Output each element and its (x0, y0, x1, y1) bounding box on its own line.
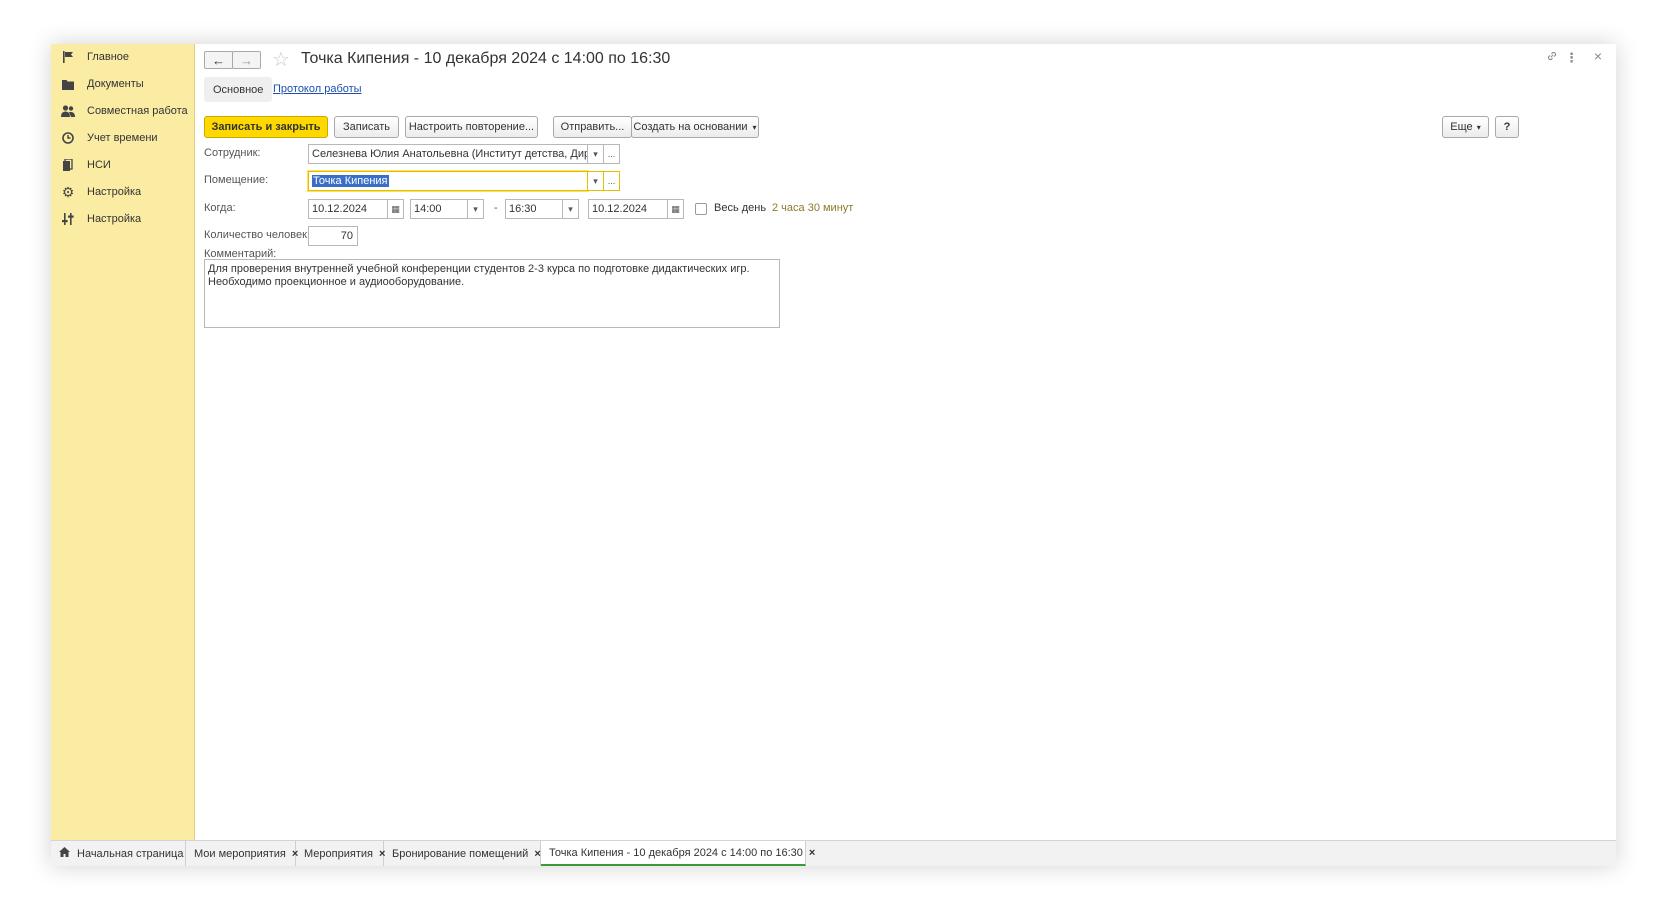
sidebar-item-documents[interactable]: Документы (51, 71, 195, 97)
arrow-right-icon: → (240, 52, 253, 68)
calendar-icon[interactable]: ▦ (667, 199, 684, 219)
more-label: Еще (1450, 121, 1473, 133)
sidebar-item-label: Учет времени (87, 132, 158, 144)
sidebar-item-time-tracking[interactable]: Учет времени (51, 125, 195, 151)
more-button[interactable]: Еще ▾ (1442, 116, 1489, 138)
room-select-button[interactable]: ... (603, 171, 620, 191)
save-and-close-button[interactable]: Записать и закрыть (204, 116, 328, 138)
employee-field[interactable]: Селезнева Юлия Анатольевна (Институт дет… (308, 144, 588, 164)
people-count-field[interactable]: 70 (308, 226, 358, 246)
comment-line: Для проверения внутренней учебной конфер… (208, 263, 750, 275)
arrow-left-icon: ← (212, 52, 225, 68)
when-label: Когда: (204, 202, 236, 214)
tab-my-events[interactable]: Мои мероприятия × (186, 841, 298, 866)
employee-label: Сотрудник: (204, 147, 261, 159)
time-to-field[interactable]: 16:30 (505, 199, 563, 219)
more-menu-icon[interactable]: ⋮ (1565, 50, 1578, 66)
help-button[interactable]: ? (1495, 116, 1519, 138)
tab-label: Мои мероприятия (194, 847, 286, 860)
clock-icon (61, 131, 75, 145)
duration-text: 2 часа 30 минут (772, 202, 854, 214)
app-window: Главное Документы Совместная работа Учет… (51, 44, 1616, 866)
room-value: Точка Кипения (312, 175, 389, 187)
bottom-tab-bar: Начальная страница Мои мероприятия × Мер… (51, 840, 1616, 866)
sliders-icon (61, 212, 75, 226)
tab-label: Мероприятия (304, 847, 373, 860)
sidebar-item-collaboration[interactable]: Совместная работа (51, 98, 195, 124)
sidebar-item-main[interactable]: Главное (51, 44, 195, 70)
create-based-on-button[interactable]: Создать на основании ▾ (631, 116, 759, 138)
time-from-dropdown-button[interactable]: ▾ (467, 199, 484, 219)
room-dropdown-button[interactable]: ▾ (587, 171, 604, 191)
tab-label: Начальная страница (77, 847, 184, 860)
calendar-icon[interactable]: ▦ (387, 199, 404, 219)
chevron-down-icon: ▾ (752, 122, 757, 132)
date-to-field[interactable]: 10.12.2024 (588, 199, 668, 219)
save-button[interactable]: Записать (334, 116, 399, 138)
time-to-dropdown-button[interactable]: ▾ (562, 199, 579, 219)
send-button[interactable]: Отправить... (553, 116, 632, 138)
forward-button[interactable]: → (232, 51, 261, 69)
chevron-down-icon: ▾ (1476, 122, 1481, 132)
employee-select-button[interactable]: ... (603, 144, 620, 164)
tab-current-event[interactable]: Точка Кипения - 10 декабря 2024 с 14:00 … (541, 841, 815, 866)
tab-work-log[interactable]: Протокол работы (273, 83, 362, 95)
home-icon (59, 847, 70, 860)
employee-dropdown-button[interactable]: ▾ (587, 144, 604, 164)
page-title: Точка Кипения - 10 декабря 2024 с 14:00 … (301, 50, 671, 67)
create-based-on-label: Создать на основании (633, 121, 748, 133)
date-from-field[interactable]: 10.12.2024 (308, 199, 388, 219)
room-field[interactable]: Точка Кипения (308, 171, 588, 191)
sidebar-item-label: Главное (87, 51, 130, 63)
comment-line: Необходимо проекционное и аудиооборудова… (208, 276, 465, 288)
books-icon (61, 158, 75, 172)
sidebar-item-settings-2[interactable]: Настройка (51, 206, 195, 232)
people-count-label: Количество человек: (204, 229, 310, 241)
sidebar: Главное Документы Совместная работа Учет… (51, 44, 195, 840)
sidebar-item-label: Настройка (87, 186, 142, 198)
folder-icon (61, 77, 75, 91)
tab-room-booking[interactable]: Бронирование помещений × (384, 841, 541, 866)
sidebar-item-label: Совместная работа (87, 105, 188, 117)
link-icon[interactable] (1546, 50, 1558, 65)
sidebar-item-nsi[interactable]: НСИ (51, 152, 195, 178)
all-day-label: Весь день (714, 202, 767, 214)
users-icon (61, 104, 75, 118)
all-day-checkbox[interactable] (695, 203, 707, 215)
tab-main[interactable]: Основное (204, 77, 273, 102)
back-button[interactable]: ← (204, 51, 233, 69)
comment-textarea[interactable]: Для проверения внутренней учебной конфер… (204, 259, 780, 328)
tab-events[interactable]: Мероприятия × (296, 841, 385, 866)
close-icon[interactable]: × (534, 848, 540, 860)
flag-icon (61, 50, 75, 64)
close-icon[interactable]: × (809, 847, 815, 859)
tab-home[interactable]: Начальная страница (51, 841, 186, 866)
room-label: Помещение: (204, 174, 269, 186)
favorite-star-icon[interactable]: ☆ (272, 48, 290, 72)
close-icon[interactable]: × (1594, 48, 1602, 64)
gear-icon: ⚙ (61, 183, 75, 200)
sidebar-item-label: Настройка (87, 213, 142, 225)
sidebar-item-label: НСИ (87, 159, 111, 171)
tab-label: Бронирование помещений (392, 847, 529, 860)
tab-label: Точка Кипения - 10 декабря 2024 с 14:00 … (549, 846, 803, 859)
time-separator: - (494, 202, 498, 214)
configure-repeat-button[interactable]: Настроить повторение... (405, 116, 538, 138)
main-content: ← → ☆ Точка Кипения - 10 декабря 2024 с … (195, 44, 1616, 840)
sidebar-item-label: Документы (87, 78, 144, 90)
time-from-field[interactable]: 14:00 (410, 199, 468, 219)
sidebar-item-settings[interactable]: ⚙ Настройка (51, 179, 195, 205)
